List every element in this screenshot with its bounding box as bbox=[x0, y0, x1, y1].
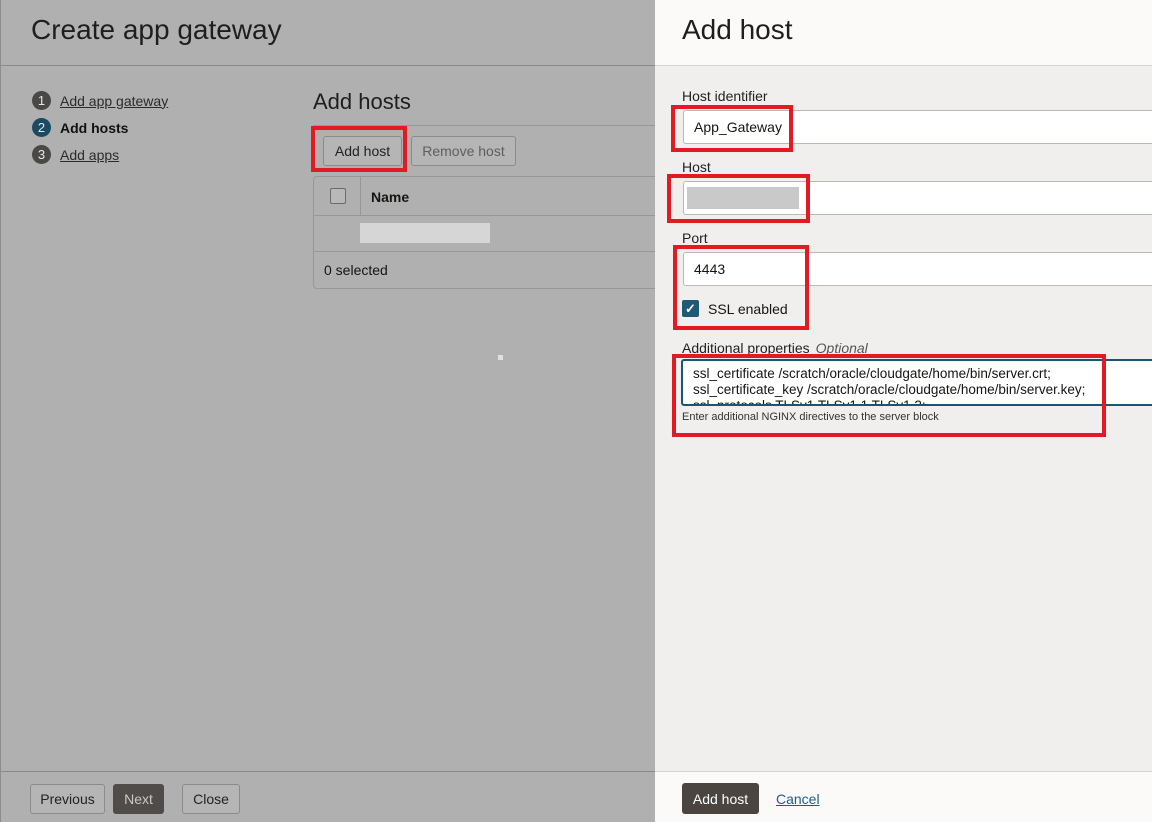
table-footer: 0 selected bbox=[314, 252, 656, 288]
step-add-hosts: 2 Add hosts bbox=[32, 114, 168, 141]
step-add-app-gateway[interactable]: 1 Add app gateway bbox=[32, 87, 168, 114]
host-identifier-label: Host identifier bbox=[682, 88, 768, 104]
step-add-apps[interactable]: 3 Add apps bbox=[32, 141, 168, 168]
section-title: Add hosts bbox=[313, 89, 411, 114]
step-number: 3 bbox=[32, 145, 51, 164]
add-host-submit-button[interactable]: Add host bbox=[682, 783, 759, 814]
table-header: Name bbox=[314, 177, 656, 216]
wizard-footer: Previous Next Close bbox=[1, 771, 656, 822]
step-number: 1 bbox=[32, 91, 51, 110]
port-label: Port bbox=[682, 230, 708, 246]
hosts-table: Name 0 selected bbox=[313, 176, 656, 289]
highlight-add-host-button bbox=[311, 126, 407, 172]
select-all-checkbox[interactable] bbox=[330, 188, 346, 204]
highlight-port-ssl bbox=[673, 245, 809, 330]
panel-footer: Add host Cancel bbox=[655, 771, 1152, 822]
highlight-host-identifier bbox=[671, 105, 793, 152]
create-app-gateway-wizard: Create app gateway 1 Add app gateway 2 A… bbox=[0, 0, 656, 822]
remove-host-button[interactable]: Remove host bbox=[411, 136, 516, 166]
step-label[interactable]: Add app gateway bbox=[60, 93, 168, 109]
close-button[interactable]: Close bbox=[182, 784, 240, 814]
select-all-cell bbox=[314, 177, 361, 215]
next-button[interactable]: Next bbox=[113, 784, 164, 814]
host-label: Host bbox=[682, 159, 711, 175]
cancel-link[interactable]: Cancel bbox=[776, 791, 820, 807]
redacted-host-name bbox=[360, 223, 490, 243]
highlight-host bbox=[667, 174, 810, 223]
wizard-steps: 1 Add app gateway 2 Add hosts 3 Add apps bbox=[32, 87, 168, 168]
wizard-title: Create app gateway bbox=[31, 14, 282, 45]
previous-button[interactable]: Previous bbox=[30, 784, 105, 814]
step-number: 2 bbox=[32, 118, 51, 137]
loading-indicator bbox=[498, 355, 503, 360]
column-header-name[interactable]: Name bbox=[371, 189, 409, 205]
highlight-additional-properties bbox=[672, 354, 1106, 437]
wizard-header: Create app gateway bbox=[1, 0, 655, 66]
step-label: Add hosts bbox=[60, 119, 129, 136]
panel-title: Add host bbox=[682, 14, 793, 45]
step-label[interactable]: Add apps bbox=[60, 147, 119, 163]
selected-count: 0 selected bbox=[324, 262, 388, 278]
table-row[interactable] bbox=[314, 216, 656, 252]
panel-header: Add host bbox=[655, 0, 1152, 66]
